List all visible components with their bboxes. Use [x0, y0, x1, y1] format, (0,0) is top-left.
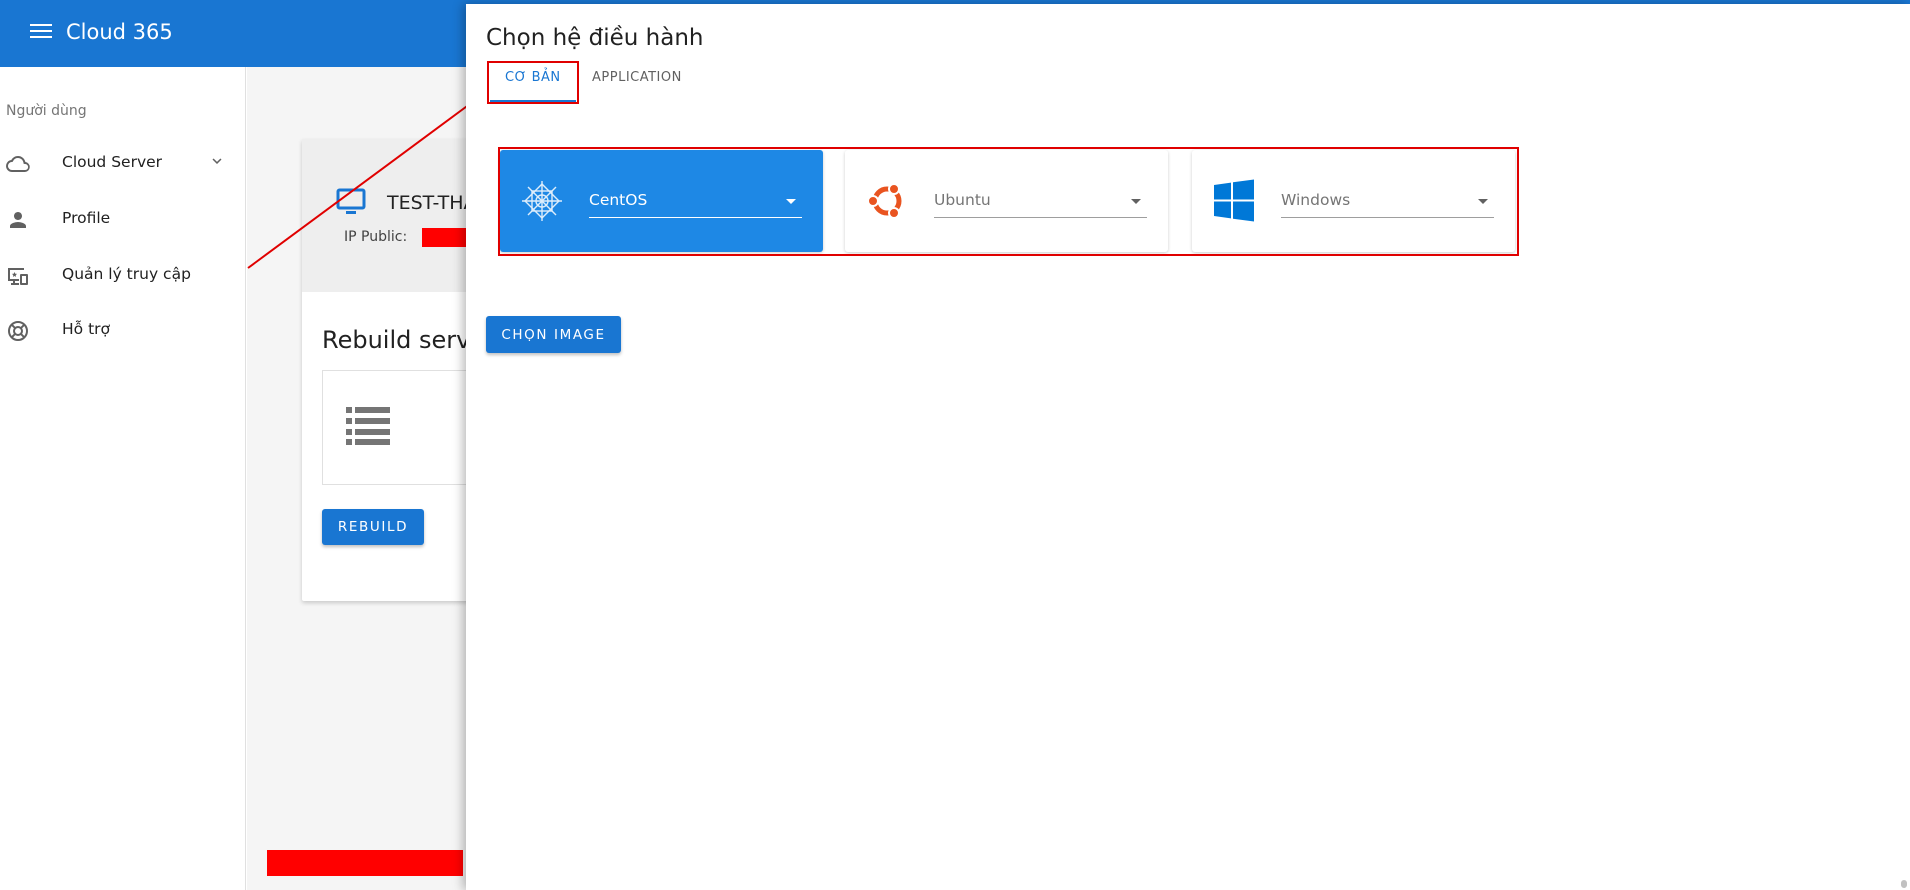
- sidebar-item-support[interactable]: Hỗ trợ: [0, 305, 246, 353]
- sidebar-item-label: Quản lý truy cập: [62, 265, 191, 283]
- ip-public-label: IP Public:: [344, 229, 408, 245]
- choose-image-button[interactable]: CHỌN IMAGE: [486, 316, 621, 353]
- rebuild-button[interactable]: REBUILD: [322, 509, 424, 545]
- sidebar-item-label: Cloud Server: [62, 153, 163, 171]
- tab-application[interactable]: APPLICATION: [592, 70, 682, 85]
- devices-icon: [8, 268, 28, 285]
- chevron-down-icon[interactable]: [208, 152, 226, 170]
- sidebar-item-access-management[interactable]: Quản lý truy cập: [0, 250, 246, 298]
- monitor-icon: [336, 188, 366, 214]
- choose-os-dialog: [466, 4, 1910, 890]
- app-title: Cloud 365: [66, 20, 173, 44]
- redaction-ip: [422, 228, 472, 247]
- annotation-box-tab: [487, 61, 579, 104]
- sidebar-item-profile[interactable]: Profile: [0, 194, 246, 242]
- sidebar-item-label: Hỗ trợ: [62, 320, 110, 338]
- annotation-box-os-cards: [498, 147, 1519, 256]
- sidebar-item-label: Profile: [62, 209, 111, 227]
- sidebar-item-cloud-server[interactable]: Cloud Server: [0, 138, 246, 186]
- server-name: TEST-THA: [387, 192, 477, 214]
- server-list-icon: [346, 407, 390, 445]
- hamburger-menu-icon[interactable]: [30, 24, 52, 44]
- person-icon: [10, 212, 26, 228]
- sidebar: Người dùng Cloud Server Profile Quản lý …: [0, 67, 246, 890]
- lifebuoy-icon: [8, 321, 28, 341]
- sidebar-subheader: Người dùng: [6, 103, 87, 119]
- redaction-footer: [267, 850, 463, 876]
- scrollbar-thumb[interactable]: [1901, 880, 1907, 888]
- dialog-title: Chọn hệ điều hành: [486, 25, 704, 51]
- cloud-icon: [6, 156, 30, 172]
